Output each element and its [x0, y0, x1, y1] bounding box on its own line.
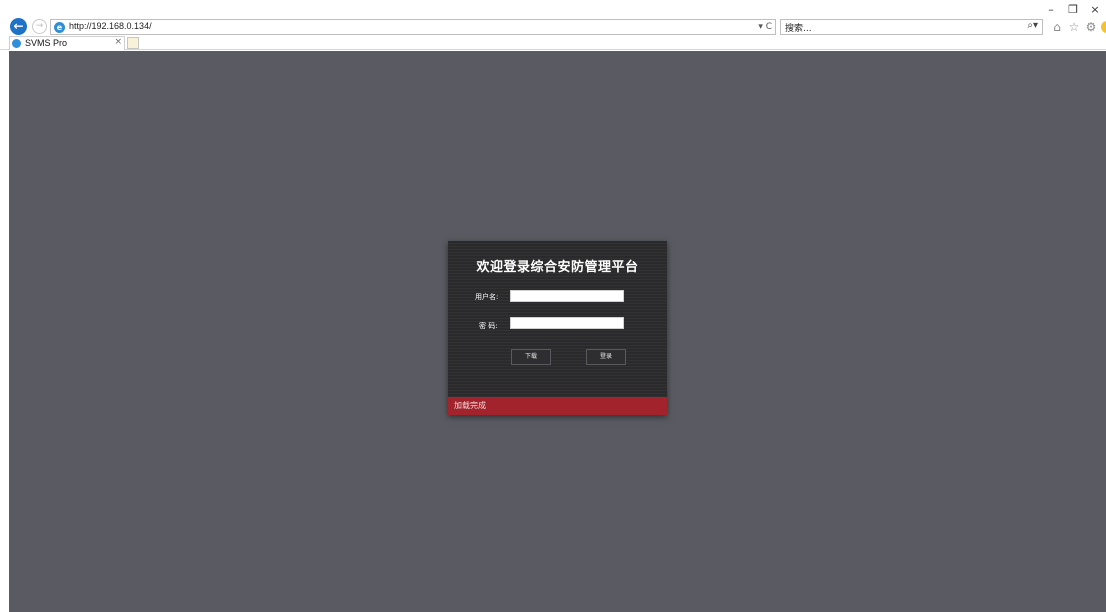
favorites-icon[interactable]: ☆	[1067, 20, 1081, 34]
password-field[interactable]	[510, 317, 624, 329]
address-text[interactable]: http://192.168.0.134/	[69, 21, 152, 31]
refresh-icon[interactable]: ▾ C	[758, 20, 772, 34]
tab-svms-pro[interactable]: SVMS Pro ×	[9, 36, 125, 50]
password-label: 密 码:	[479, 322, 498, 330]
minimize-button[interactable]: –	[1040, 0, 1062, 18]
ie-tab-icon	[12, 39, 21, 48]
toolbar-icons: ⌂ ☆ ⚙	[1050, 18, 1106, 36]
home-icon[interactable]: ⌂	[1050, 20, 1064, 34]
login-panel: 欢迎登录综合安防管理平台 用户名: 密 码: 下载 登录 加载完成	[448, 241, 667, 415]
restore-button[interactable]: ❐	[1062, 0, 1084, 18]
close-window-button[interactable]: ×	[1084, 0, 1106, 18]
tab-title: SVMS Pro	[25, 38, 68, 48]
forward-button[interactable]: →	[32, 19, 47, 34]
login-button[interactable]: 登录	[586, 349, 626, 365]
ie-page-icon: e	[54, 22, 65, 33]
smiley-icon[interactable]	[1101, 21, 1106, 33]
navigation-bar: ← → e http://192.168.0.134/ ▾ C 搜索... ⌕▾…	[0, 18, 1106, 36]
address-bar[interactable]: e http://192.168.0.134/ ▾ C	[50, 19, 776, 35]
new-tab-button[interactable]	[127, 37, 139, 49]
search-input[interactable]: 搜索... ⌕▾	[780, 19, 1043, 35]
tab-close-icon[interactable]: ×	[114, 37, 122, 47]
settings-icon[interactable]: ⚙	[1084, 20, 1098, 34]
page-content: 欢迎登录综合安防管理平台 用户名: 密 码: 下载 登录 加载完成	[9, 51, 1106, 612]
search-placeholder: 搜索...	[785, 24, 812, 34]
login-title: 欢迎登录综合安防管理平台	[476, 260, 639, 275]
search-icon[interactable]: ⌕▾	[1027, 20, 1038, 31]
back-button[interactable]: ←	[10, 18, 27, 35]
browser-chrome: – ❐ × ← → e http://192.168.0.134/ ▾ C 搜索…	[0, 0, 1106, 50]
username-field[interactable]	[510, 290, 624, 302]
tab-strip: SVMS Pro ×	[0, 36, 1106, 50]
username-label: 用户名:	[475, 293, 499, 301]
download-button[interactable]: 下载	[511, 349, 551, 365]
window-controls: – ❐ ×	[1040, 0, 1106, 18]
status-bar: 加载完成	[448, 397, 667, 415]
